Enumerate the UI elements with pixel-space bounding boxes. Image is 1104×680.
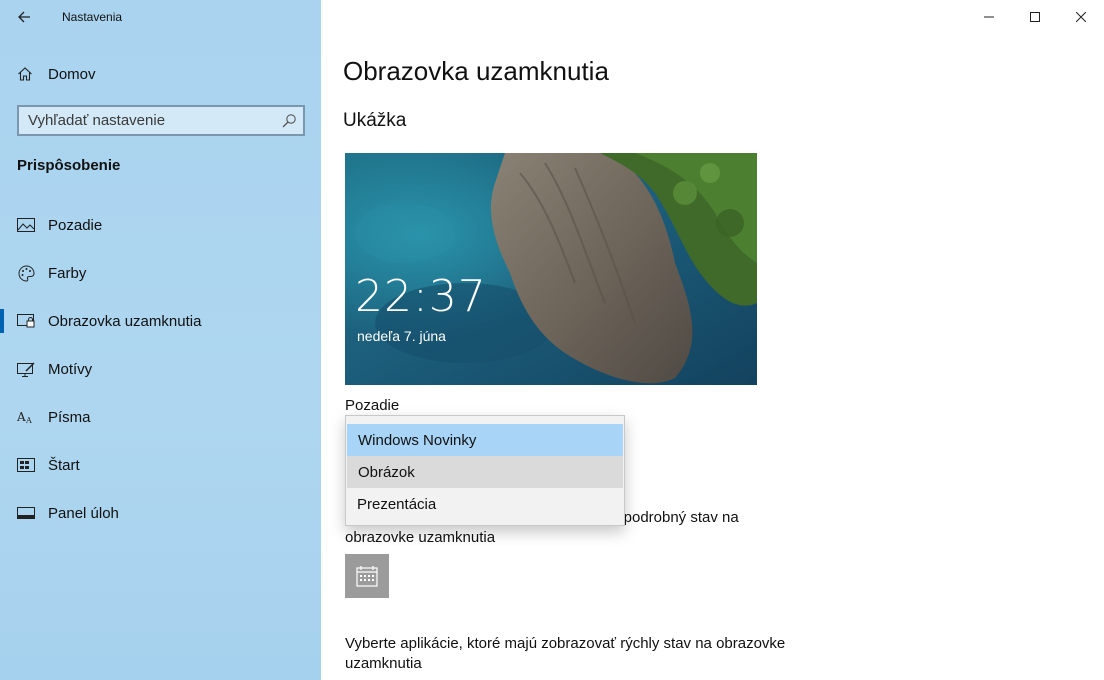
search-box[interactable] bbox=[17, 105, 305, 136]
lock-screen-icon bbox=[17, 312, 35, 330]
app-title: Nastavenia bbox=[62, 10, 123, 24]
sidebar-item-label: Farby bbox=[48, 264, 87, 282]
quick-status-line1: Vyberte aplikácie, ktoré majú zobrazovať… bbox=[345, 635, 786, 652]
dropdown-option-windows-spotlight[interactable]: Windows Novinky bbox=[347, 424, 623, 456]
quick-status-text: Vyberte aplikácie, ktoré majú zobrazovať… bbox=[345, 634, 815, 674]
preview-heading: Ukážka bbox=[343, 110, 407, 131]
quick-status-line2: uzamknutia bbox=[345, 655, 422, 672]
maximize-button[interactable] bbox=[1012, 0, 1058, 34]
svg-text:A: A bbox=[25, 416, 32, 424]
preview-background-image bbox=[345, 153, 757, 385]
sidebar-item-label: Pozadie bbox=[48, 216, 103, 234]
page-title: Obrazovka uzamknutia bbox=[343, 56, 609, 86]
palette-icon bbox=[17, 264, 35, 282]
back-arrow-icon bbox=[18, 11, 30, 23]
preview-time: 22:37 bbox=[355, 271, 487, 322]
window-controls bbox=[966, 0, 1104, 34]
sidebar-item-lock-screen[interactable]: Obrazovka uzamknutia bbox=[0, 297, 321, 345]
minimize-button[interactable] bbox=[966, 0, 1012, 34]
taskbar-icon bbox=[17, 504, 35, 522]
sidebar-item-themes[interactable]: Motívy bbox=[0, 345, 321, 393]
sidebar-item-label: Obrazovka uzamknutia bbox=[48, 312, 202, 330]
sidebar-item-label: Panel úloh bbox=[48, 504, 119, 522]
close-button[interactable] bbox=[1058, 0, 1104, 34]
preview-date: nedeľa 7. júna bbox=[357, 328, 446, 344]
maximize-icon bbox=[1030, 12, 1040, 22]
sidebar-item-label: Domov bbox=[48, 65, 96, 83]
sidebar-item-label: Štart bbox=[48, 456, 80, 474]
back-button[interactable] bbox=[0, 0, 48, 34]
home-icon bbox=[18, 67, 32, 81]
section-title: Prispôsobenie bbox=[17, 157, 121, 174]
sidebar-item-fonts[interactable]: AA Písma bbox=[0, 393, 321, 441]
sidebar-item-label: Motívy bbox=[48, 360, 93, 378]
search-icon[interactable] bbox=[281, 113, 297, 129]
minimize-icon bbox=[984, 16, 994, 18]
sidebar-item-start[interactable]: Štart bbox=[0, 441, 321, 489]
search-input[interactable] bbox=[19, 107, 269, 134]
sidebar-nav: Pozadie Farby Obrazovka uzamknutia Motív… bbox=[0, 201, 321, 537]
title-bar: Nastavenia bbox=[0, 0, 321, 34]
sidebar-item-home[interactable]: Domov bbox=[0, 56, 321, 92]
detail-status-line2: obrazovke uzamknutia bbox=[345, 529, 496, 546]
dropdown-option-slideshow[interactable]: Prezentácia bbox=[346, 488, 624, 520]
sidebar-item-taskbar[interactable]: Panel úloh bbox=[0, 489, 321, 537]
close-icon bbox=[1076, 12, 1086, 22]
background-dropdown-list: Windows Novinky Obrázok Prezentácia bbox=[345, 415, 625, 526]
background-label: Pozadie bbox=[345, 397, 400, 414]
sidebar: Nastavenia Domov Prispôsobenie Pozadie F… bbox=[0, 0, 321, 680]
sidebar-item-background[interactable]: Pozadie bbox=[0, 201, 321, 249]
detail-status-app-button[interactable] bbox=[345, 554, 389, 598]
start-icon bbox=[17, 456, 35, 474]
svg-text:A: A bbox=[17, 410, 26, 424]
themes-icon bbox=[17, 360, 35, 378]
dropdown-option-picture[interactable]: Obrázok bbox=[347, 456, 623, 488]
fonts-icon: AA bbox=[17, 408, 35, 426]
calendar-icon bbox=[356, 566, 378, 587]
sidebar-item-label: Písma bbox=[48, 408, 91, 426]
picture-icon bbox=[17, 216, 35, 234]
lock-screen-preview: 22:37 nedeľa 7. júna bbox=[345, 153, 757, 385]
sidebar-item-colors[interactable]: Farby bbox=[0, 249, 321, 297]
main-content: Obrazovka uzamknutia Ukážka 22:37 nedeľa… bbox=[321, 0, 1104, 680]
